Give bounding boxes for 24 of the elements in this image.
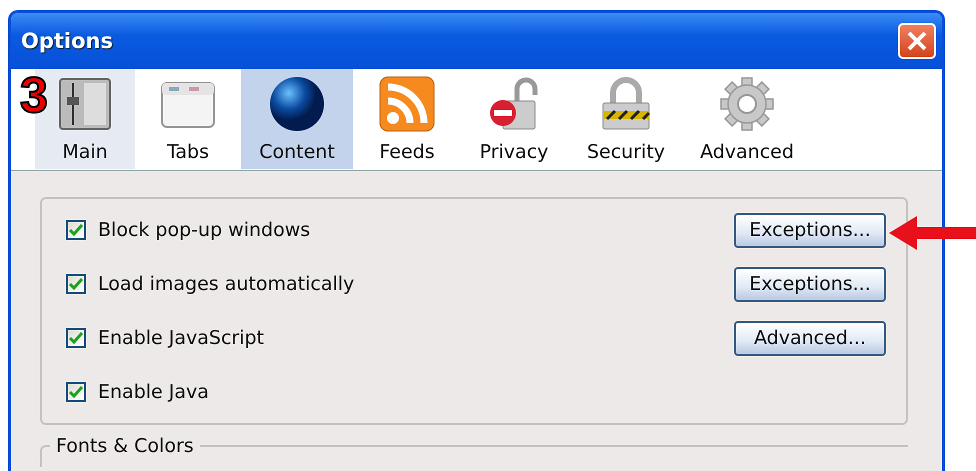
checkbox-label: Load images automatically [98, 273, 354, 295]
checkbox-label: Enable JavaScript [98, 327, 264, 349]
checkbox-label: Block pop-up windows [98, 219, 310, 241]
tab[interactable]: Content [241, 69, 353, 169]
arrow-icon [889, 216, 976, 250]
close-button[interactable] [898, 23, 936, 59]
window-title: Options [21, 29, 113, 53]
checkbox[interactable] [66, 382, 86, 402]
check-icon [69, 278, 83, 290]
option-button[interactable]: Advanced... [734, 320, 886, 356]
checkbox-label: Enable Java [98, 381, 209, 403]
sliders-icon [56, 75, 114, 133]
option-button[interactable]: Exceptions... [734, 266, 886, 302]
feed-icon [378, 75, 436, 133]
checkbox[interactable] [66, 328, 86, 348]
close-icon [906, 30, 928, 52]
gear-icon [718, 75, 776, 133]
check-icon [69, 332, 83, 344]
checkbox[interactable] [66, 220, 86, 240]
check-icon [69, 386, 83, 398]
option-button[interactable]: Exceptions... [734, 212, 886, 248]
check-icon [69, 224, 83, 236]
globe-icon [268, 75, 326, 133]
checkbox[interactable] [66, 274, 86, 294]
